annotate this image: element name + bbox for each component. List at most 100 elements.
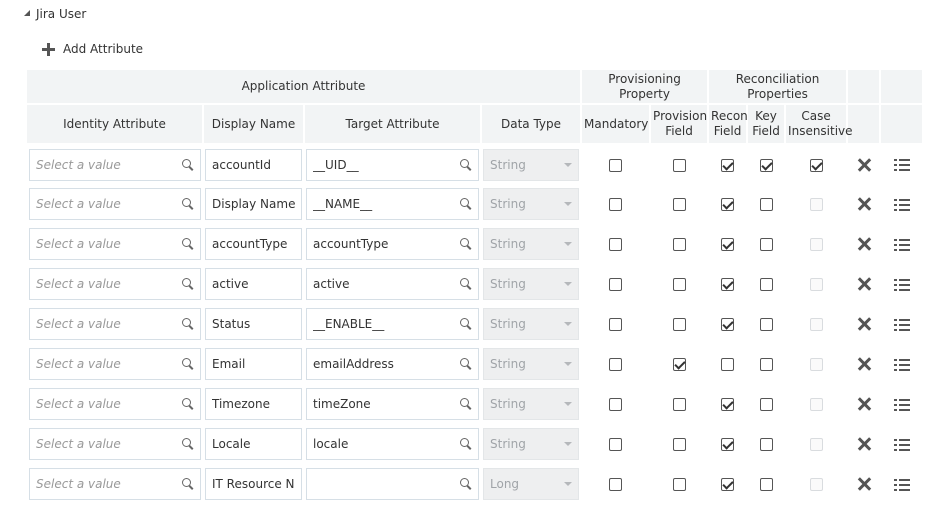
list-details-icon[interactable] [893, 398, 910, 411]
display-name-input[interactable]: accountType [205, 228, 302, 260]
search-icon[interactable] [460, 318, 472, 330]
case-insensitive-checkbox[interactable] [809, 158, 823, 172]
list-details-icon[interactable] [893, 438, 910, 451]
key-field-checkbox[interactable] [759, 278, 773, 291]
delete-x-icon[interactable] [857, 197, 871, 211]
key-field-checkbox[interactable] [759, 438, 773, 451]
identity-attribute-input[interactable]: Select a value [29, 188, 201, 220]
identity-attribute-input[interactable]: Select a value [29, 268, 201, 300]
recon-field-checkbox[interactable] [721, 438, 735, 451]
list-details-icon[interactable] [893, 478, 910, 491]
mandatory-checkbox[interactable] [609, 358, 623, 371]
search-icon[interactable] [460, 198, 472, 210]
display-name-input[interactable]: Email [205, 348, 302, 380]
search-icon[interactable] [182, 158, 194, 171]
display-name-input[interactable]: IT Resource Nar [205, 468, 302, 500]
target-attribute-input[interactable]: __UID__ [306, 148, 479, 181]
provision-field-checkbox[interactable] [672, 358, 686, 371]
provision-field-checkbox[interactable] [672, 158, 686, 172]
recon-field-checkbox[interactable] [721, 318, 735, 331]
list-details-icon[interactable] [893, 318, 910, 331]
delete-x-icon[interactable] [857, 237, 871, 251]
section-header[interactable]: Jira User [24, 5, 86, 23]
delete-x-icon[interactable] [857, 357, 871, 371]
key-field-checkbox[interactable] [759, 238, 773, 251]
list-details-icon[interactable] [893, 159, 910, 171]
target-attribute-input[interactable]: timeZone [306, 388, 479, 420]
identity-attribute-input[interactable]: Select a value [29, 468, 201, 500]
mandatory-checkbox[interactable] [609, 318, 623, 331]
mandatory-checkbox[interactable] [609, 238, 623, 251]
collapse-triangle-icon[interactable] [24, 10, 30, 16]
search-icon[interactable] [460, 438, 472, 450]
provision-field-checkbox[interactable] [672, 198, 686, 211]
display-name-input[interactable]: Display Name [205, 188, 302, 220]
target-attribute-input[interactable]: active [306, 268, 479, 300]
recon-field-checkbox[interactable] [721, 398, 735, 411]
target-attribute-input[interactable]: accountType [306, 228, 479, 260]
display-name-input[interactable]: accountId [205, 148, 302, 181]
search-icon[interactable] [460, 158, 472, 171]
provision-field-checkbox[interactable] [672, 238, 686, 251]
recon-field-checkbox[interactable] [721, 158, 735, 172]
display-name-input[interactable]: Locale [205, 428, 302, 460]
display-name-input[interactable]: active [205, 268, 302, 300]
mandatory-checkbox[interactable] [609, 438, 623, 451]
provision-field-checkbox[interactable] [672, 318, 686, 331]
target-attribute-input[interactable]: __ENABLE__ [306, 308, 479, 340]
search-icon[interactable] [182, 238, 194, 250]
provision-field-checkbox[interactable] [672, 398, 686, 411]
delete-x-icon[interactable] [857, 317, 871, 331]
recon-field-checkbox[interactable] [721, 238, 735, 251]
key-field-checkbox[interactable] [759, 478, 773, 491]
mandatory-checkbox[interactable] [609, 398, 623, 411]
key-field-checkbox[interactable] [759, 398, 773, 411]
recon-field-checkbox[interactable] [721, 278, 735, 291]
add-attribute-button[interactable]: Add Attribute [42, 40, 143, 58]
target-attribute-input[interactable]: __NAME__ [306, 188, 479, 220]
identity-attribute-input[interactable]: Select a value [29, 428, 201, 460]
search-icon[interactable] [182, 438, 194, 450]
display-name-input[interactable]: Timezone [205, 388, 302, 420]
target-attribute-input[interactable]: emailAddress [306, 348, 479, 380]
search-icon[interactable] [460, 278, 472, 290]
recon-field-checkbox[interactable] [721, 198, 735, 211]
search-icon[interactable] [460, 398, 472, 410]
search-icon[interactable] [460, 478, 472, 490]
search-icon[interactable] [182, 358, 194, 370]
delete-x-icon[interactable] [857, 397, 871, 411]
mandatory-checkbox[interactable] [609, 278, 623, 291]
search-icon[interactable] [182, 318, 194, 330]
mandatory-checkbox[interactable] [609, 158, 623, 172]
recon-field-checkbox[interactable] [721, 478, 735, 491]
key-field-checkbox[interactable] [759, 198, 773, 211]
mandatory-checkbox[interactable] [609, 198, 623, 211]
delete-x-icon[interactable] [857, 437, 871, 451]
recon-field-checkbox[interactable] [721, 358, 735, 371]
identity-attribute-input[interactable]: Select a value [29, 308, 201, 340]
delete-x-icon[interactable] [857, 477, 871, 491]
target-attribute-input[interactable]: locale [306, 428, 479, 460]
list-details-icon[interactable] [893, 358, 910, 371]
key-field-checkbox[interactable] [759, 358, 773, 371]
search-icon[interactable] [460, 238, 472, 250]
target-attribute-input[interactable] [306, 468, 479, 500]
search-icon[interactable] [182, 198, 194, 210]
search-icon[interactable] [182, 398, 194, 410]
identity-attribute-input[interactable]: Select a value [29, 228, 201, 260]
delete-x-icon[interactable] [857, 158, 871, 172]
provision-field-checkbox[interactable] [672, 278, 686, 291]
list-details-icon[interactable] [893, 198, 910, 211]
key-field-checkbox[interactable] [759, 158, 773, 172]
display-name-input[interactable]: Status [205, 308, 302, 340]
identity-attribute-input[interactable]: Select a value [29, 148, 201, 181]
identity-attribute-input[interactable]: Select a value [29, 388, 201, 420]
search-icon[interactable] [182, 478, 194, 490]
mandatory-checkbox[interactable] [609, 478, 623, 491]
provision-field-checkbox[interactable] [672, 438, 686, 451]
key-field-checkbox[interactable] [759, 318, 773, 331]
provision-field-checkbox[interactable] [672, 478, 686, 491]
list-details-icon[interactable] [893, 238, 910, 251]
identity-attribute-input[interactable]: Select a value [29, 348, 201, 380]
delete-x-icon[interactable] [857, 277, 871, 291]
